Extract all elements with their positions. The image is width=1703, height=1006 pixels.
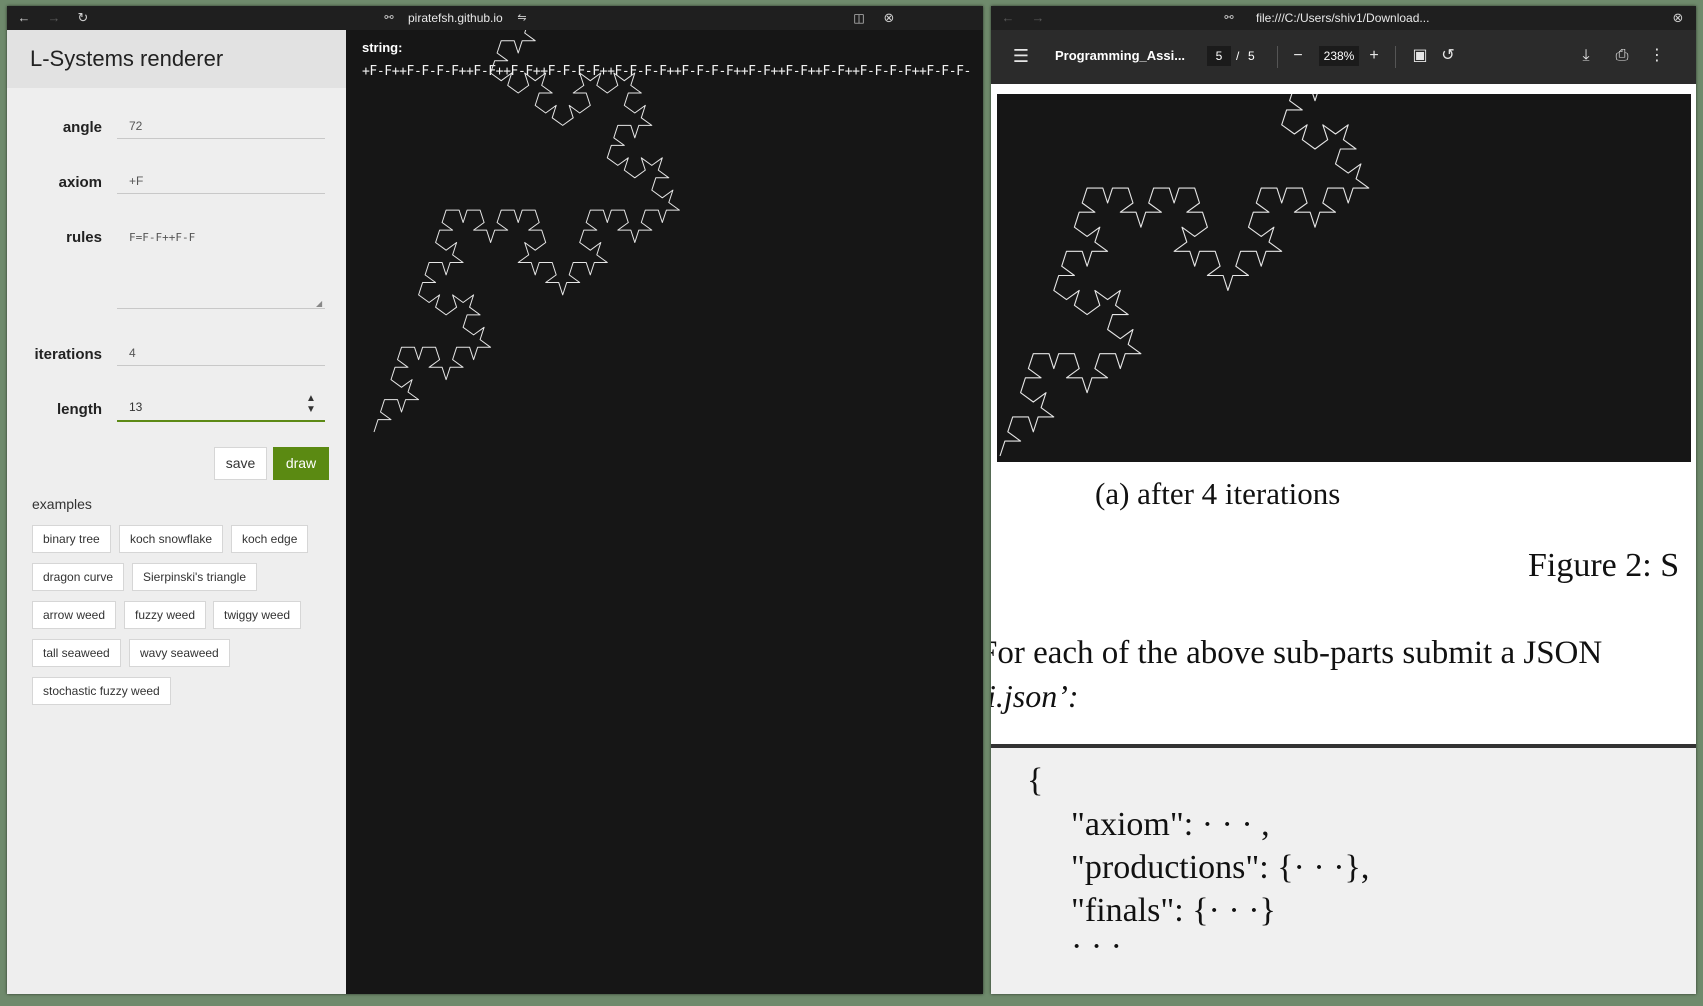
code-line: "axiom": · · · ,	[1071, 806, 1270, 843]
forward-icon[interactable]: →	[1029, 9, 1047, 27]
iterations-label: iterations	[34, 346, 102, 363]
example-fuzzy-weed[interactable]: fuzzy weed	[124, 601, 207, 629]
lsystem-path	[999, 84, 1370, 457]
code-block: { "axiom": · · · , "productions": {· · ·…	[991, 748, 1696, 994]
panel-header: L-Systems renderer	[7, 30, 346, 88]
split-view-icon[interactable]: ◫	[850, 9, 868, 27]
forward-icon[interactable]: →	[45, 9, 63, 27]
pdf-page: (a) after 4 iterations Figure 2: S For e…	[991, 84, 1696, 994]
figure-image	[997, 84, 1691, 462]
code-line: {	[1027, 762, 1044, 799]
divider	[1395, 46, 1396, 68]
example-koch-snowflake[interactable]: koch snowflake	[119, 525, 224, 553]
browser-window-left: ← → ↻ ⚯ piratefsh.github.io ⇋ ◫ ⊗ L-Syst…	[7, 6, 983, 994]
pdf-viewport: (a) after 4 iterations Figure 2: S For e…	[991, 84, 1696, 994]
more-options-icon[interactable]: ⋮	[1645, 44, 1669, 68]
download-icon[interactable]: ⤓	[1574, 44, 1598, 68]
reload-icon[interactable]: ↻	[74, 9, 92, 27]
back-icon[interactable]: ←	[999, 9, 1017, 27]
iterations-input[interactable]	[117, 340, 325, 366]
example-binary-tree[interactable]: binary tree	[32, 525, 111, 553]
example-arrow-weed[interactable]: arrow weed	[32, 601, 117, 629]
fit-page-icon[interactable]: ▣	[1408, 44, 1432, 68]
titlebar: ← → ↻ ⚯ piratefsh.github.io ⇋ ◫ ⊗	[7, 6, 983, 30]
figure-caption: (a) after 4 iterations	[1095, 476, 1341, 511]
code-line: "productions": {· · ·},	[1071, 849, 1370, 886]
stepper-icon[interactable]: ▲ ▼	[306, 393, 316, 415]
print-icon[interactable]: ⎙	[1610, 44, 1634, 68]
figure-title: Figure 2: S	[1528, 547, 1680, 584]
zoom-level-input[interactable]: 238%	[1319, 46, 1359, 66]
lsystem-path	[373, 30, 680, 433]
angle-input[interactable]	[117, 113, 325, 139]
zoom-out-icon[interactable]: −	[1286, 44, 1310, 68]
examples-label: examples	[32, 496, 92, 512]
length-input[interactable]	[117, 394, 325, 422]
render-canvas: string: +F-F++F-F-F-F++F-F++F-F++F-F-F-F…	[346, 30, 983, 994]
link-icon[interactable]: ⚯	[380, 9, 398, 27]
page-total: 5	[1248, 49, 1255, 63]
length-label: length	[57, 401, 102, 418]
angle-label: angle	[62, 119, 102, 136]
close-icon[interactable]: ⊗	[880, 9, 898, 27]
rules-label: rules	[66, 229, 102, 246]
example-wavy-seaweed[interactable]: wavy seaweed	[129, 639, 230, 667]
back-icon[interactable]: ←	[15, 9, 33, 27]
axiom-label: axiom	[58, 174, 102, 191]
rotate-icon[interactable]: ↺	[1436, 44, 1460, 68]
lsystem-drawing	[373, 30, 680, 433]
divider	[1277, 46, 1278, 68]
site-settings-icon[interactable]: ⇋	[513, 9, 531, 27]
draw-button[interactable]: draw	[273, 447, 329, 480]
paragraph-line-2: i.json’:	[991, 678, 1079, 714]
pdf-toolbar: ☰ Programming_Assi... 5 / 5 − 238% + ▣ ↺…	[991, 30, 1696, 84]
address-bar[interactable]: piratefsh.github.io	[408, 6, 503, 30]
example-tall-seaweed[interactable]: tall seaweed	[32, 639, 121, 667]
titlebar-pdf: ← → ⚯ file:///C:/Users/shiv1/Download...…	[991, 6, 1696, 30]
example-twiggy-weed[interactable]: twiggy weed	[213, 601, 302, 629]
page-separator: /	[1236, 49, 1240, 63]
example-dragon-curve[interactable]: dragon curve	[32, 563, 125, 591]
close-icon[interactable]: ⊗	[1669, 9, 1687, 27]
document-title: Programming_Assi...	[1055, 48, 1186, 63]
resize-handle-icon[interactable]: ◢	[316, 300, 324, 308]
axiom-input[interactable]	[117, 168, 325, 194]
control-panel: L-Systems renderer angle axiom rules F=F…	[7, 30, 346, 994]
code-line: "finals": {· · ·}	[1071, 892, 1276, 929]
rules-textarea[interactable]: F=F-F++F-F	[117, 225, 325, 309]
app-title: L-Systems renderer	[30, 46, 224, 71]
lsystems-app: L-Systems renderer angle axiom rules F=F…	[7, 30, 983, 994]
example-koch-edge[interactable]: koch edge	[231, 525, 309, 553]
zoom-in-icon[interactable]: +	[1362, 44, 1386, 68]
code-line: · · ·	[1071, 928, 1122, 965]
example-stochastic-fuzzy-weed[interactable]: stochastic fuzzy weed	[32, 677, 171, 705]
address-bar[interactable]: file:///C:/Users/shiv1/Download...	[1256, 6, 1429, 30]
example-sierpinski-triangle[interactable]: Sierpinski's triangle	[132, 563, 258, 591]
save-button[interactable]: save	[214, 447, 267, 480]
link-icon[interactable]: ⚯	[1220, 9, 1238, 27]
browser-window-right: ← → ⚯ file:///C:/Users/shiv1/Download...…	[991, 6, 1696, 994]
menu-icon[interactable]: ☰	[1009, 44, 1033, 68]
page-number-input[interactable]: 5	[1207, 46, 1231, 66]
paragraph-line-1: For each of the above sub-parts submit a…	[991, 635, 1603, 671]
